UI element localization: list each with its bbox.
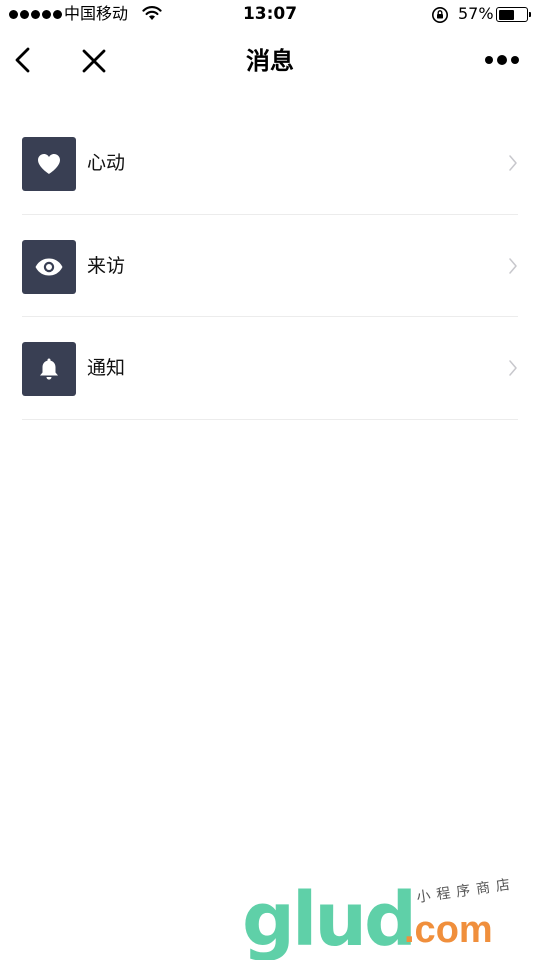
watermark-logo: glud .com 小程序商店	[242, 876, 532, 960]
icon-tile	[22, 239, 76, 294]
list-item-visitors[interactable]: 来访	[22, 215, 518, 317]
chevron-right-icon	[509, 155, 517, 171]
rotation-lock-icon	[432, 7, 448, 23]
icon-tile	[22, 137, 76, 191]
list-item-label: 通知	[87, 357, 126, 379]
list-item-heartbeat[interactable]: 心动	[22, 112, 518, 215]
watermark-brand: glud	[242, 877, 417, 960]
signal-strength-icon	[9, 10, 62, 19]
wifi-icon	[142, 6, 162, 20]
carrier-name: 中国移动	[64, 4, 129, 23]
status-bar: 中国移动 13:07 57%	[0, 0, 540, 30]
chevron-right-icon	[509, 360, 517, 376]
navigation-bar: 消息	[0, 30, 540, 92]
eye-icon	[35, 258, 63, 275]
battery-percentage: 57%	[458, 4, 494, 23]
back-icon[interactable]	[10, 44, 38, 76]
battery-icon	[496, 7, 528, 22]
chevron-right-icon	[509, 257, 517, 274]
battery-tip	[529, 12, 531, 17]
watermark-domain: .com	[404, 909, 493, 951]
more-icon[interactable]	[485, 55, 519, 65]
list-item-notifications[interactable]: 通知	[22, 317, 518, 420]
message-list: 心动 来访 通知	[22, 112, 518, 420]
list-item-label: 来访	[87, 254, 126, 277]
close-icon[interactable]	[79, 46, 109, 76]
list-item-label: 心动	[87, 152, 126, 174]
icon-tile	[22, 342, 76, 396]
watermark-tagline: 小程序商店	[415, 876, 517, 907]
heart-icon	[38, 154, 60, 174]
bell-icon	[40, 358, 58, 380]
